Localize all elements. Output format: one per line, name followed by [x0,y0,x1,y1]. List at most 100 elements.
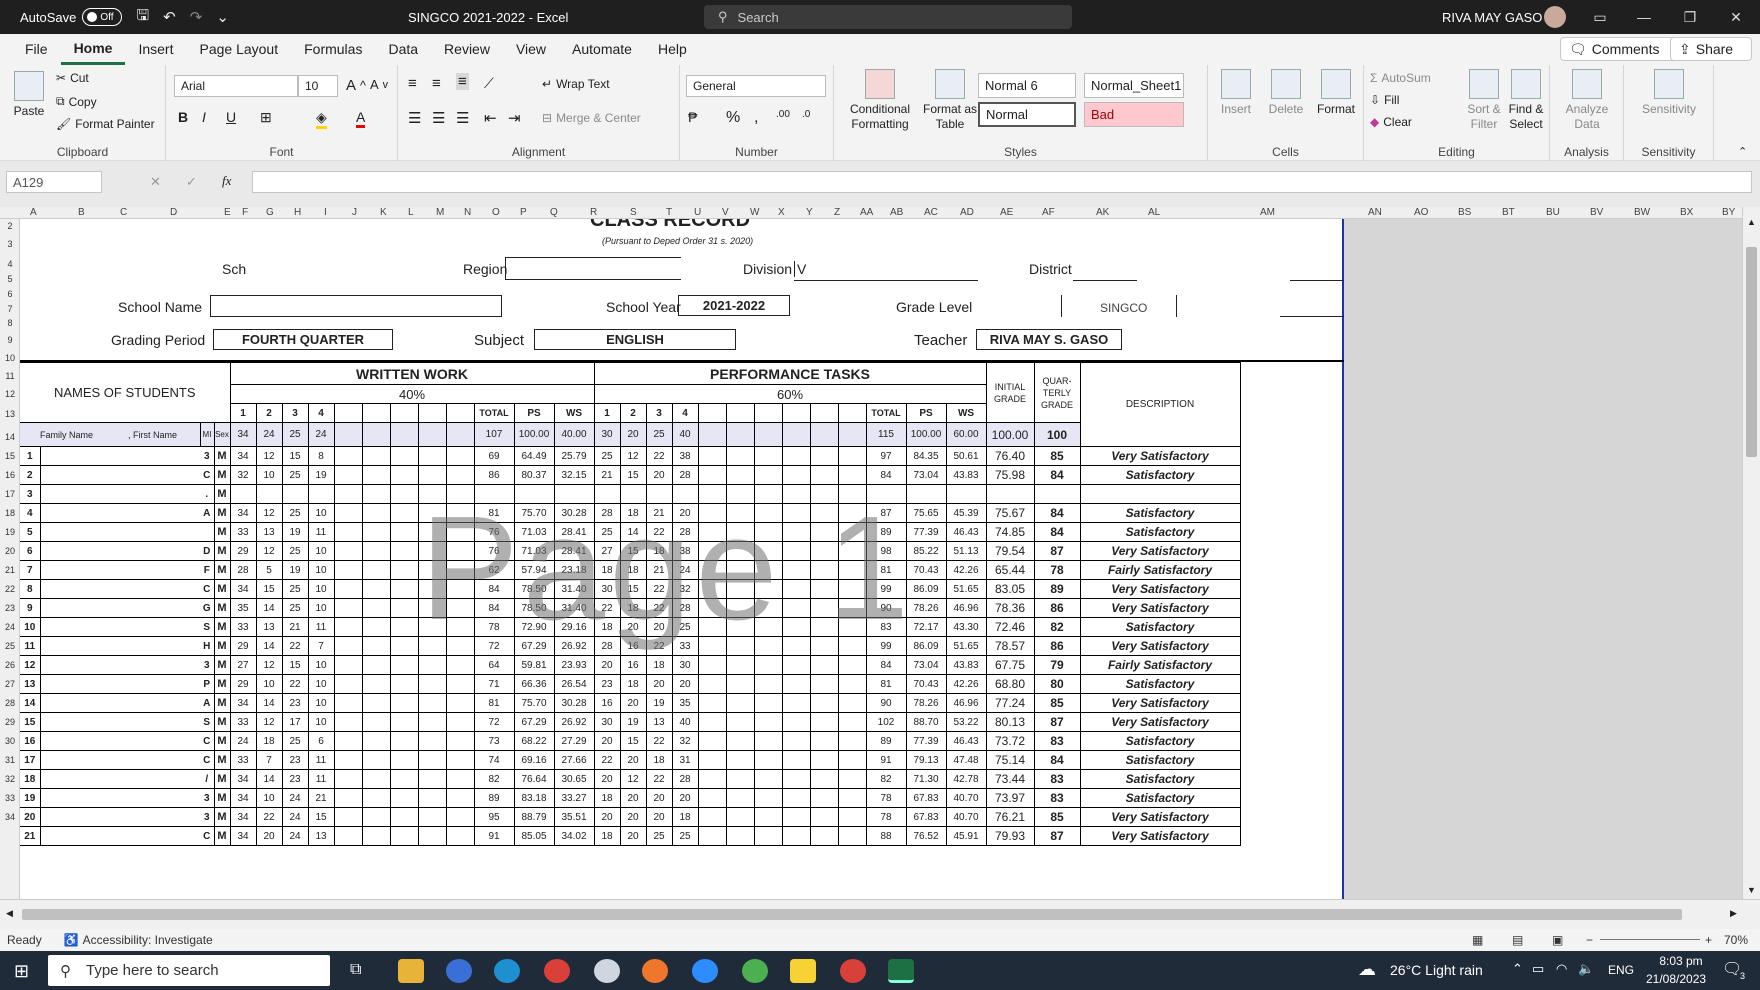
column-header-i[interactable]: I [324,207,327,219]
ww-blank[interactable] [417,731,447,751]
student-sex[interactable]: M [213,465,231,485]
pt-ws[interactable]: 51.13 [945,541,987,561]
row-header-17[interactable]: 17 [0,489,20,499]
pt-score[interactable]: 31 [671,750,699,770]
ww-ws[interactable]: 26.54 [553,674,595,694]
pt-blank[interactable] [753,731,783,751]
pt-blank[interactable] [837,522,867,542]
row-header-4[interactable]: 4 [0,259,20,269]
initial-grade[interactable]: 74.85 [985,522,1035,542]
pt-score[interactable]: 16 [619,655,647,675]
ww-blank[interactable] [417,465,447,485]
table-row[interactable]: 12 3 M 27 12 15 10 64 59.81 23.93 20 16 18 30 84 73.04 4… [20,655,1241,675]
row-header-20[interactable]: 20 [0,546,20,556]
ww-score[interactable]: 14 [255,693,283,713]
column-header-l[interactable]: L [408,207,414,219]
ww-blank[interactable] [417,446,447,466]
pt-score[interactable]: 32 [671,579,699,599]
student-mi[interactable]: C [200,465,215,485]
ww-blank[interactable] [361,617,391,637]
pt-ws[interactable]: 50.61 [945,446,987,466]
ww-blank[interactable] [333,598,363,618]
pt-score[interactable]: 40 [671,712,699,732]
pt-ps[interactable]: 75.65 [905,503,947,523]
pt-score[interactable]: 18 [619,560,647,580]
student-number[interactable]: 11 [20,636,41,656]
student-sex[interactable]: M [213,731,231,751]
pt-ps[interactable]: 67.83 [905,807,947,827]
page-layout-icon[interactable]: ▤ [1512,933,1523,947]
pt-score[interactable]: 18 [619,503,647,523]
ww-ws[interactable]: 26.92 [553,636,595,656]
pt-ws[interactable]: 53.22 [945,712,987,732]
pt-blank[interactable] [725,579,755,599]
ww-score[interactable]: 25 [281,579,309,599]
pt-blank[interactable] [837,636,867,656]
ww-score[interactable]: 29 [229,674,257,694]
pt-ps[interactable]: 72.17 [905,617,947,637]
ww-blank[interactable] [417,769,447,789]
ww-score[interactable]: 15 [307,807,335,827]
student-number[interactable]: 21 [20,826,41,846]
quarterly-grade[interactable]: 89 [1033,579,1081,599]
zoom-slider[interactable] [1600,939,1700,940]
ww-score[interactable]: 10 [307,503,335,523]
comments-button[interactable]: 🗨 Comments [1560,37,1686,61]
initial-grade[interactable]: 73.72 [985,731,1035,751]
pt-score[interactable]: 21 [593,465,621,485]
quarterly-grade[interactable]: 87 [1033,826,1081,846]
student-sex[interactable]: M [213,712,231,732]
table-row[interactable]: 1 3 M 34 12 15 8 69 64.49 25.79 25 12 22 38 97 84.35 50.… [20,446,1241,466]
pt-score[interactable]: 30 [593,579,621,599]
pt-ps[interactable]: 86.09 [905,636,947,656]
ww-ws[interactable]: 30.28 [553,503,595,523]
pt-blank[interactable] [725,484,755,504]
student-number[interactable]: 1 [20,446,41,466]
ww-blank[interactable] [361,731,391,751]
ww-score[interactable]: 10 [307,655,335,675]
table-row[interactable]: 9 G M 35 14 25 10 84 78.50 31.40 22 18 22 28 90 78.26 46… [20,598,1241,618]
ww-score[interactable]: 25 [281,731,309,751]
ww-score[interactable]: 15 [281,446,309,466]
pt-score[interactable]: 28 [593,636,621,656]
ww-ws[interactable]: 29.16 [553,617,595,637]
row-header-9[interactable]: 9 [0,335,20,345]
pt-score[interactable]: 18 [593,788,621,808]
initial-grade[interactable]: 72.46 [985,617,1035,637]
pt-blank[interactable] [697,465,727,485]
ww-score[interactable]: 13 [255,522,283,542]
pt-ws[interactable]: 45.91 [945,826,987,846]
ww-blank[interactable] [333,655,363,675]
student-mi[interactable]: . [200,484,215,504]
student-number[interactable]: 8 [20,579,41,599]
row-header-14[interactable]: 14 [0,432,20,442]
ww-score[interactable]: 24 [281,807,309,827]
description[interactable]: Satisfactory [1079,769,1241,789]
pt-blank[interactable] [837,826,867,846]
table-row[interactable]: 11 H M 29 14 22 7 72 67.29 26.92 28 16 22 33 99 86.09 51… [20,636,1241,656]
pt-blank[interactable] [837,503,867,523]
taskbar-search[interactable]: ⚲ Type here to search [48,955,330,986]
student-name[interactable] [40,617,200,637]
row-header-33[interactable]: 33 [0,793,20,803]
pt-blank[interactable] [781,826,811,846]
ww-blank[interactable] [333,674,363,694]
ww-score[interactable]: 24 [281,826,309,846]
ww-blank[interactable] [389,541,419,561]
pt-ps[interactable]: 70.43 [905,560,947,580]
pt-blank[interactable] [781,769,811,789]
pt-ws[interactable]: 51.65 [945,636,987,656]
ww-blank[interactable] [389,826,419,846]
pt-blank[interactable] [753,674,783,694]
school-year-field[interactable]: 2021-2022 [678,295,790,316]
ww-ps[interactable]: 69.16 [513,750,555,770]
pt-ps[interactable]: 67.83 [905,788,947,808]
column-header-n[interactable]: N [464,207,471,219]
student-mi[interactable]: A [200,503,215,523]
ww-blank[interactable] [333,788,363,808]
row-header-22[interactable]: 22 [0,584,20,594]
student-name[interactable] [40,503,200,523]
ww-blank[interactable] [333,731,363,751]
pt-score[interactable]: 12 [619,446,647,466]
pt-score[interactable]: 28 [671,769,699,789]
